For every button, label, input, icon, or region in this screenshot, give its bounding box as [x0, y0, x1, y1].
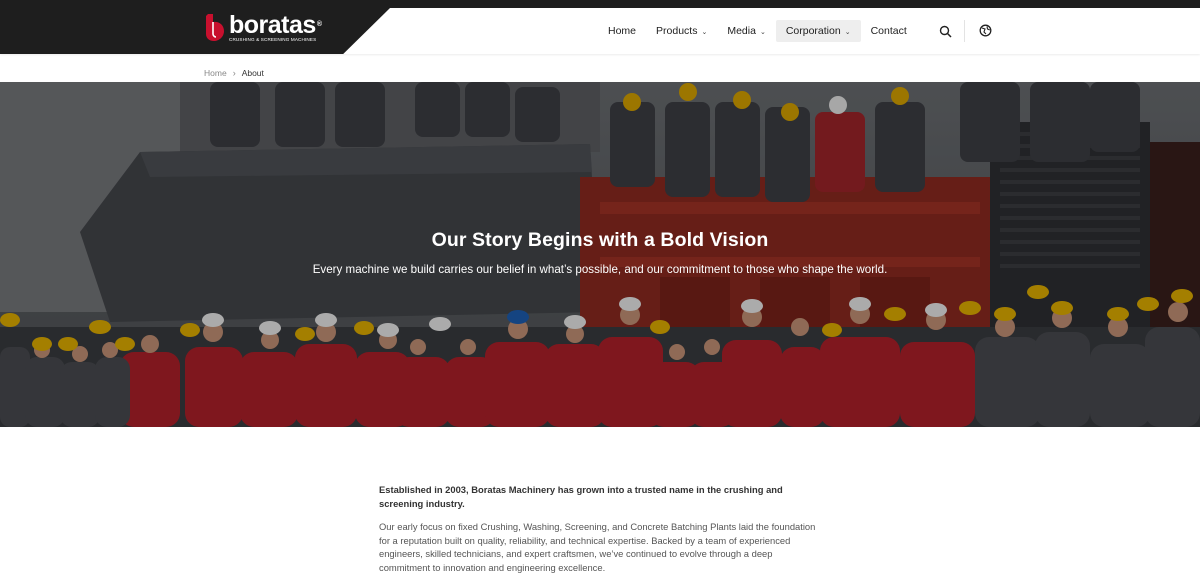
- nav-item-products[interactable]: Products ⌄: [646, 20, 717, 42]
- nav-item-contact[interactable]: Contact: [861, 20, 917, 42]
- nav-item-corporation[interactable]: Corporation ⌄: [775, 20, 861, 42]
- about-lead-paragraph: Established in 2003, Boratas Machinery h…: [379, 484, 783, 509]
- nav-item-label: Products: [656, 25, 698, 37]
- nav-item-label: Corporation: [785, 25, 841, 37]
- about-content: Established in 2003, Boratas Machinery h…: [379, 483, 824, 574]
- breadcrumb-separator-icon: ›: [232, 68, 236, 78]
- globe-icon[interactable]: [979, 24, 992, 37]
- hero-title: Our Story Begins with a Bold Vision: [431, 229, 769, 251]
- nav-item-label: Home: [608, 25, 637, 37]
- chevron-down-icon: ⌄: [844, 28, 851, 36]
- main-nav: Home Products ⌄ Media ⌄ Corporation ⌄ Co…: [598, 20, 917, 42]
- breadcrumb-current: About: [241, 68, 264, 78]
- chevron-down-icon: ⌄: [701, 28, 708, 36]
- site-header: boratas® CRUSHING & SCREENING MACHINES H…: [0, 8, 1200, 54]
- logo-tagline: CRUSHING & SCREENING MACHINES: [229, 37, 317, 42]
- nav-item-media[interactable]: Media ⌄: [717, 20, 775, 42]
- brand-logo[interactable]: boratas® CRUSHING & SCREENING MACHINES: [204, 11, 322, 48]
- hero-banner: Our Story Begins with a Bold Vision Ever…: [0, 82, 1200, 427]
- about-body-paragraph: Our early focus on fixed Crushing, Washi…: [379, 521, 816, 573]
- breadcrumb: Home › About: [204, 68, 264, 78]
- logo-background: [0, 8, 390, 54]
- logo-wordmark: boratas®: [229, 11, 322, 39]
- hero-overlay: [0, 82, 1200, 427]
- search-icon[interactable]: [939, 25, 952, 38]
- nav-item-label: Contact: [870, 25, 907, 37]
- hero-subtitle: Every machine we build carries our belie…: [312, 263, 888, 276]
- nav-item-home[interactable]: Home: [598, 20, 646, 42]
- header-divider: [964, 20, 965, 42]
- top-strip: [0, 0, 1200, 8]
- boratas-logo-icon: [206, 14, 224, 41]
- nav-item-label: Media: [727, 25, 756, 37]
- breadcrumb-home[interactable]: Home: [204, 68, 227, 78]
- chevron-down-icon: ⌄: [759, 28, 766, 36]
